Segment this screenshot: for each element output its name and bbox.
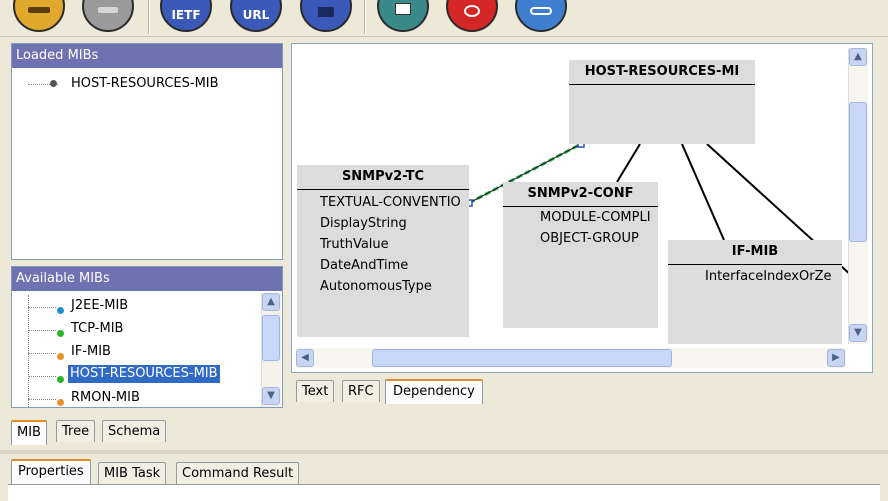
tree-connector xyxy=(28,376,56,377)
available-mib-item-selected[interactable]: HOST-RESOURCES-MIB xyxy=(68,365,220,383)
dependency-box-title: SNMPv2-CONF xyxy=(503,182,658,207)
link-button[interactable] xyxy=(515,0,567,32)
tab-command-result[interactable]: Command Result xyxy=(176,462,300,484)
mib-node-icon xyxy=(50,80,57,87)
toolbar-separator xyxy=(364,0,366,34)
available-mib-item[interactable]: TCP-MIB xyxy=(71,320,123,338)
tab-mib[interactable]: MIB xyxy=(11,420,47,445)
scroll-thumb[interactable] xyxy=(262,315,280,361)
tab-text[interactable]: Text xyxy=(296,380,335,402)
loaded-mib-item[interactable]: HOST-RESOURCES-MIB xyxy=(71,75,219,93)
scroll-up-icon[interactable]: ▲ xyxy=(849,48,867,66)
tree-connector xyxy=(28,307,56,308)
scroll-thumb[interactable] xyxy=(372,349,672,367)
mib-node-icon xyxy=(57,399,64,406)
dependency-box-item: OBJECT-GROUP xyxy=(540,231,639,246)
scroll-down-icon[interactable]: ▼ xyxy=(849,324,867,342)
tab-rfc[interactable]: RFC xyxy=(342,380,380,402)
dependency-box-item: DateAndTime xyxy=(320,258,409,273)
dependency-view: HOST-RESOURCES-MI SNMPv2-TC TEXTUAL-CONV… xyxy=(291,43,873,373)
tree-connector xyxy=(28,295,29,407)
mib-node-icon xyxy=(57,330,64,337)
ietf-button[interactable]: IETF xyxy=(160,0,212,32)
dependency-box-snmpv2-conf[interactable]: SNMPv2-CONF MODULE-COMPLI OBJECT-GROUP xyxy=(503,182,658,328)
available-mibs-title: Available MIBs xyxy=(12,267,282,291)
tab-tree[interactable]: Tree xyxy=(56,420,96,442)
tree-connector xyxy=(28,399,56,400)
dependency-box-item: TEXTUAL-CONVENTIO xyxy=(320,195,461,210)
dependency-box-item: DisplayString xyxy=(320,216,407,231)
available-mibs-scrollbar[interactable]: ▲ ▼ xyxy=(261,293,281,407)
dependency-box-if-mib[interactable]: IF-MIB InterfaceIndexOrZe xyxy=(668,240,842,344)
dependency-box-item: InterfaceIndexOrZe xyxy=(705,269,832,284)
ietf-label: IETF xyxy=(171,8,201,22)
dependency-box-title: IF-MIB xyxy=(668,240,842,265)
loaded-mibs-title: Loaded MIBs xyxy=(12,44,282,68)
dependency-box-item: MODULE-COMPLI xyxy=(540,210,651,225)
tree-connector xyxy=(28,330,56,331)
disk-icon xyxy=(84,2,132,16)
root-mib-title: HOST-RESOURCES-MI xyxy=(569,60,755,85)
pencil-icon xyxy=(379,3,427,18)
tab-dependency[interactable]: Dependency xyxy=(385,379,483,404)
dependency-horizontal-scrollbar[interactable]: ◀ ▶ xyxy=(296,348,846,368)
mib-node-icon xyxy=(57,376,64,383)
unload-mib-button[interactable] xyxy=(82,0,134,32)
scroll-up-icon[interactable]: ▲ xyxy=(262,293,280,311)
tab-schema[interactable]: Schema xyxy=(102,420,167,442)
split-divider[interactable] xyxy=(0,450,888,454)
home-icon xyxy=(302,6,350,20)
tree-connector xyxy=(28,353,56,354)
loaded-mibs-panel: Loaded MIBs HOST-RESOURCES-MIB xyxy=(11,43,283,260)
available-mibs-panel: Available MIBs J2EE-MIB TCP-MIB IF-MIB H… xyxy=(11,266,283,408)
root-mib-box[interactable]: HOST-RESOURCES-MI xyxy=(569,60,755,144)
open-mib-button[interactable] xyxy=(13,0,65,32)
edge-snmpv2-conf xyxy=(616,143,641,183)
alert-icon xyxy=(448,5,496,20)
available-mib-item[interactable]: J2EE-MIB xyxy=(71,297,128,315)
edit-button[interactable] xyxy=(377,0,429,32)
alert-button[interactable] xyxy=(446,0,498,32)
scroll-left-icon[interactable]: ◀ xyxy=(296,349,314,367)
dependency-box-item: TruthValue xyxy=(320,237,389,252)
mib-node-icon xyxy=(57,307,64,314)
scroll-down-icon[interactable]: ▼ xyxy=(262,387,280,405)
tab-properties[interactable]: Properties xyxy=(11,459,91,484)
properties-panel xyxy=(8,484,880,501)
url-button[interactable]: URL xyxy=(230,0,282,32)
available-mib-item[interactable]: RMON-MIB xyxy=(71,389,140,407)
dependency-box-item: AutonomousType xyxy=(320,279,432,294)
mib-node-icon xyxy=(57,353,64,360)
url-label: URL xyxy=(242,8,270,22)
chain-icon xyxy=(517,4,565,18)
toolbar: IETF URL xyxy=(0,0,888,37)
dependency-box-title: SNMPv2-TC xyxy=(297,165,469,190)
dependency-box-snmpv2-tc[interactable]: SNMPv2-TC TEXTUAL-CONVENTIO DisplayStrin… xyxy=(297,165,469,337)
folder-icon xyxy=(15,2,63,16)
edge-if-mib xyxy=(681,143,725,241)
tab-mib-task[interactable]: MIB Task xyxy=(98,462,167,484)
dependency-vertical-scrollbar[interactable]: ▲ ▼ xyxy=(848,48,868,344)
home-button[interactable] xyxy=(300,0,352,32)
toolbar-separator xyxy=(148,0,150,34)
scroll-right-icon[interactable]: ▶ xyxy=(827,349,845,367)
available-mib-item[interactable]: IF-MIB xyxy=(71,343,111,361)
scroll-thumb[interactable] xyxy=(849,102,867,242)
